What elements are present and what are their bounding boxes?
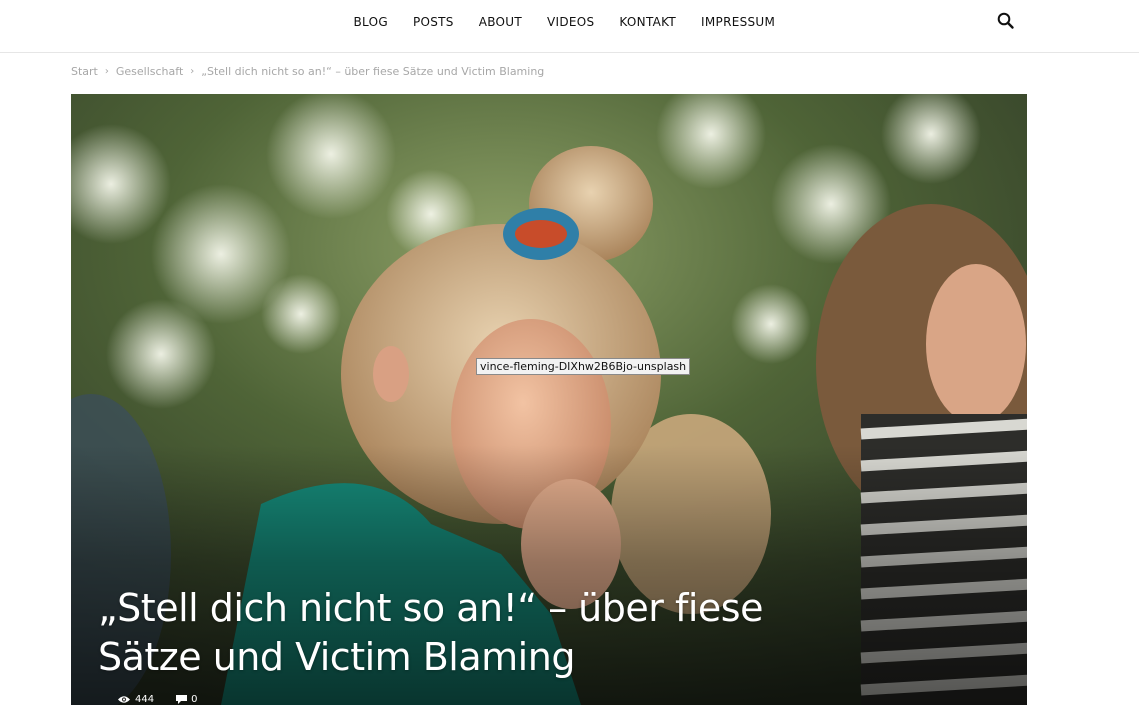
breadcrumb-gesellschaft[interactable]: Gesellschaft	[116, 65, 183, 78]
breadcrumb-separator: ›	[104, 66, 109, 77]
menu-item-videos[interactable]: VIDEOS	[534, 15, 606, 29]
view-count: 444	[117, 694, 154, 705]
comment-icon	[176, 694, 188, 704]
article-meta: 444 0	[117, 694, 219, 705]
menu-item-about[interactable]: ABOUT	[466, 15, 534, 29]
menu-item-blog[interactable]: BLOG	[341, 15, 400, 29]
menu-item-kontakt[interactable]: KONTAKT	[607, 15, 689, 29]
top-navigation-bar: BLOG POSTS ABOUT VIDEOS KONTAKT IMPRESSU…	[0, 0, 1139, 53]
eye-icon	[118, 696, 130, 703]
image-title-tooltip: vince-fleming-DIXhw2B6Bjo-unsplash	[476, 358, 691, 375]
search-button[interactable]	[996, 11, 1016, 31]
comment-count[interactable]: 0	[176, 694, 197, 705]
article-title-line-2: Sätze und Victim Blaming	[98, 635, 575, 679]
search-icon	[997, 12, 1014, 29]
menu-item-impressum[interactable]: IMPRESSUM	[689, 15, 788, 29]
view-count-value: 444	[135, 694, 155, 705]
breadcrumb-separator: ›	[190, 66, 195, 77]
hero-featured-image[interactable]: vince-fleming-DIXhw2B6Bjo-unsplash „Stel…	[71, 94, 1027, 705]
breadcrumb: Start › Gesellschaft › „Stell dich nicht…	[71, 65, 544, 78]
breadcrumb-current: „Stell dich nicht so an!“ – über fiese S…	[201, 65, 545, 78]
main-menu: BLOG POSTS ABOUT VIDEOS KONTAKT IMPRESSU…	[341, 0, 788, 44]
article-title-line-1: „Stell dich nicht so an!“ – über fiese	[98, 586, 763, 630]
comment-count-value: 0	[191, 694, 198, 705]
breadcrumb-start[interactable]: Start	[71, 65, 98, 78]
article-title: „Stell dich nicht so an!“ – über fiese S…	[98, 584, 818, 682]
menu-item-posts[interactable]: POSTS	[400, 15, 466, 29]
